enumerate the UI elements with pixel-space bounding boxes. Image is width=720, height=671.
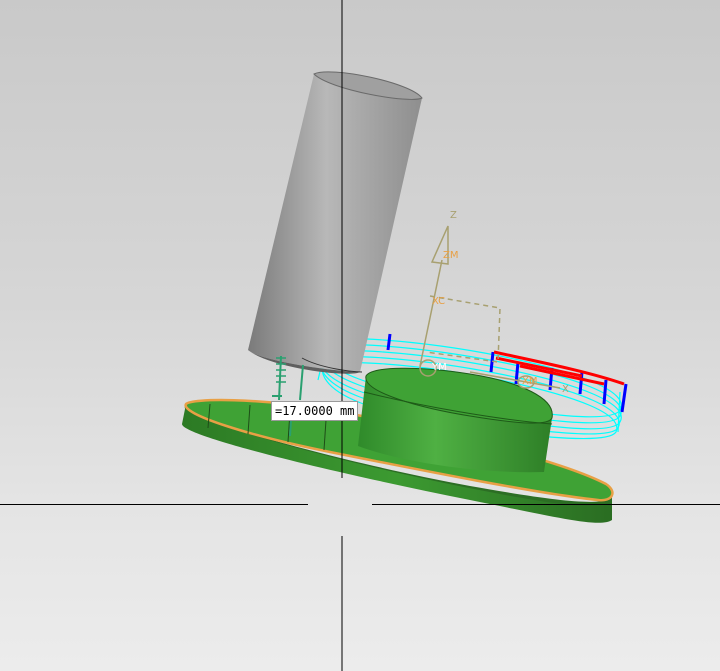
tool-body	[248, 72, 422, 373]
axis-ym-label: YM	[431, 362, 447, 373]
axis-xm-label: XM	[522, 376, 537, 387]
axis-xc-label: XC	[432, 296, 445, 307]
axis-z-label: Z	[450, 210, 457, 221]
axis-zm-label: ZM	[443, 250, 458, 261]
dimension-value-label[interactable]: =17.0000 mm	[271, 401, 359, 421]
cam-scene: Z ZM XC YM XM X	[0, 0, 720, 671]
graphics-viewport[interactable]: Z ZM XC YM XM X =17.0000 mm	[0, 0, 720, 671]
cutting-tool[interactable]	[248, 71, 423, 374]
axis-x-label: X	[562, 384, 569, 395]
